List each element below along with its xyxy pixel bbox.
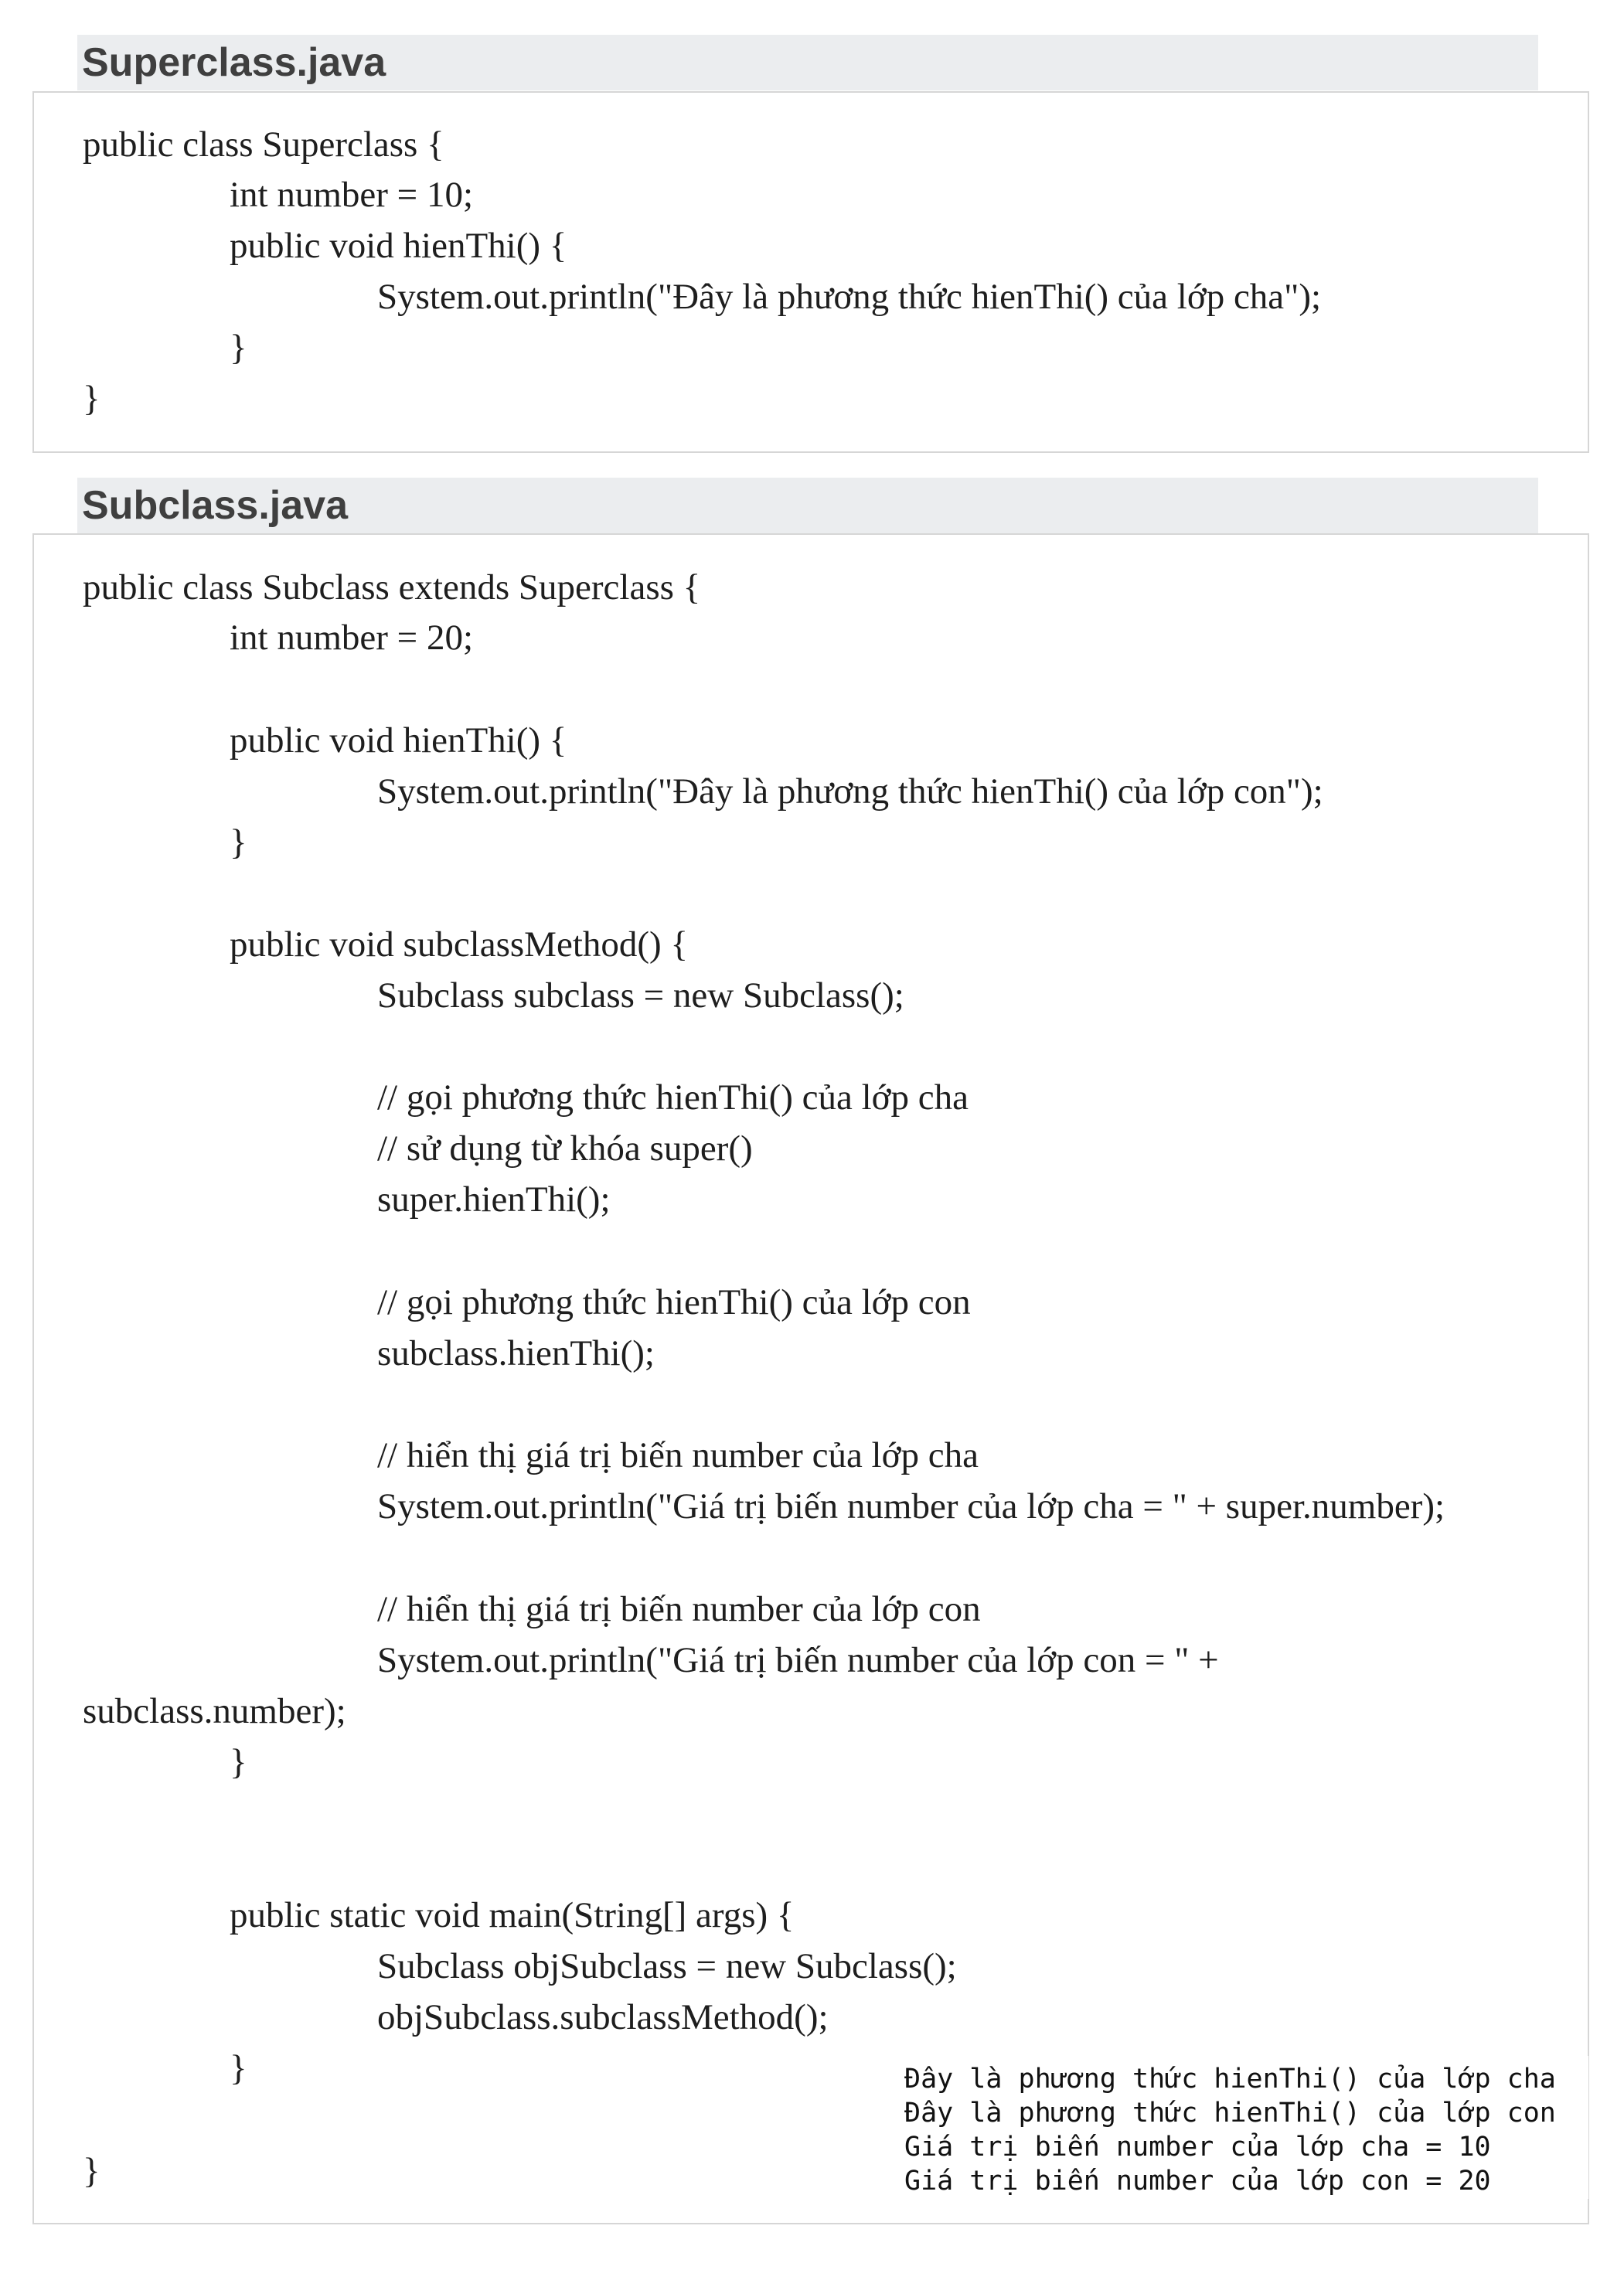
code-line: public class Subclass extends Superclass… (83, 567, 701, 607)
code-line: } (230, 822, 247, 863)
code-comment: // gọi phương thức hienThi() của lớp con (377, 1282, 971, 1322)
code-line: subclass.number); (83, 1691, 346, 1731)
code-line: public void subclassMethod() { (230, 924, 689, 965)
console-line: Đây là phương thức hienThi() của lớp con (904, 2098, 1556, 2129)
console-line: Giá trị biến number của lớp con = 20 (904, 2166, 1491, 2197)
code-line: subclass.hienThi(); (377, 1333, 655, 1373)
code-line: int number = 20; (230, 618, 474, 658)
code-line: Subclass objSubclass = new Subclass(); (377, 1946, 957, 1986)
console-line: Đây là phương thức hienThi() của lớp cha (904, 2064, 1556, 2095)
code-line: public void hienThi() { (230, 720, 567, 761)
code-line: System.out.println("Đây là phương thức h… (377, 277, 1322, 317)
console-line: Giá trị biến number của lớp cha = 10 (904, 2132, 1491, 2163)
code-line: super.hienThi(); (377, 1179, 611, 1220)
code-line: } (230, 328, 247, 368)
code-line: public static void main(String[] args) { (230, 1895, 795, 1935)
code-line: Subclass subclass = new Subclass(); (377, 975, 904, 1016)
code-comment: // hiển thị giá trị biến number của lớp … (377, 1435, 979, 1475)
code-comment: // sử dụng từ khóa super() (377, 1128, 753, 1169)
console-output: Đây là phương thức hienThi() của lớp cha… (897, 2056, 1588, 2199)
code-line: } (83, 379, 100, 419)
superclass-file-title: Superclass.java (77, 35, 1538, 90)
code-line: public void hienThi() { (230, 226, 567, 266)
code-line: int number = 10; (230, 175, 474, 215)
code-line: System.out.println("Giá trị biến number … (377, 1640, 1219, 1680)
code-line: System.out.println("Đây là phương thức h… (377, 771, 1323, 812)
code-comment: // gọi phương thức hienThi() của lớp cha (377, 1077, 969, 1118)
code-line: } (83, 2151, 100, 2191)
subclass-file-title: Subclass.java (77, 478, 1538, 533)
code-line: } (230, 2048, 247, 2088)
code-comment: // hiển thị giá trị biến number của lớp … (377, 1589, 981, 1629)
code-line: } (230, 1742, 247, 1782)
code-line: objSubclass.subclassMethod(); (377, 1997, 829, 2037)
code-line: public class Superclass { (83, 124, 444, 165)
code-line: System.out.println("Giá trị biến number … (377, 1486, 1445, 1526)
